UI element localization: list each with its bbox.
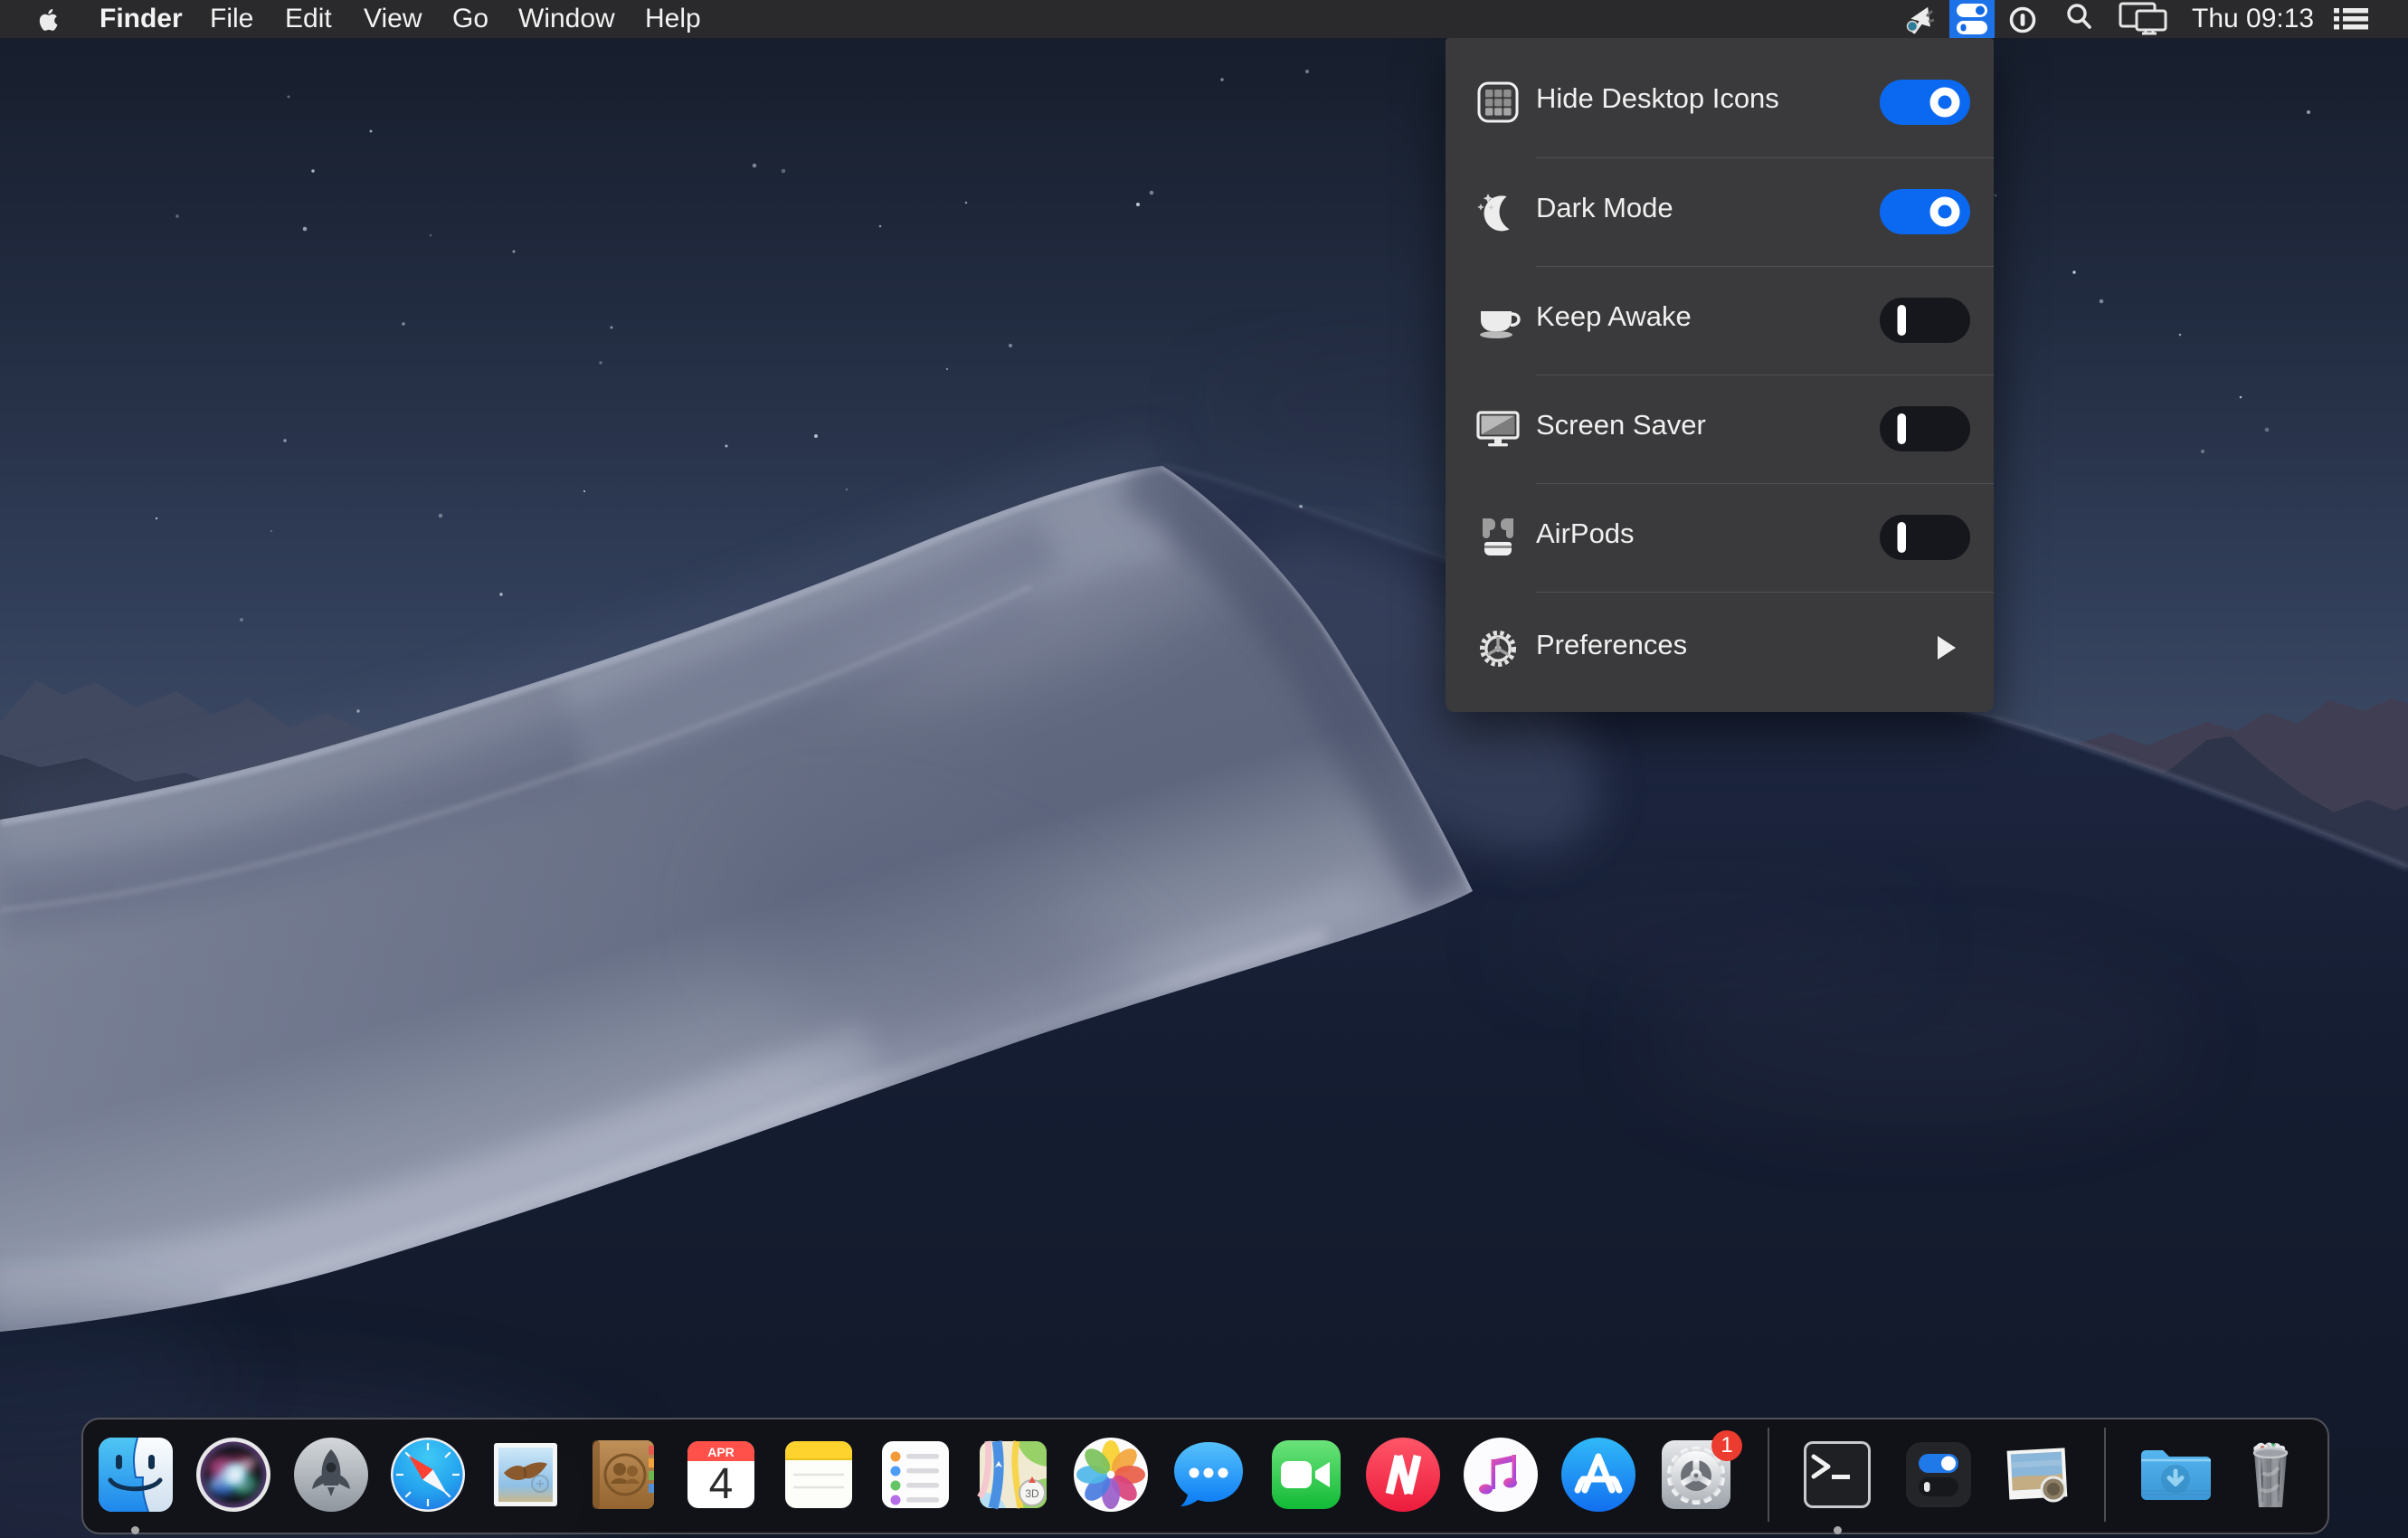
svg-text:APR: APR: [707, 1445, 735, 1459]
svg-text:4: 4: [709, 1460, 734, 1508]
svg-text:3D: 3D: [1025, 1487, 1039, 1500]
